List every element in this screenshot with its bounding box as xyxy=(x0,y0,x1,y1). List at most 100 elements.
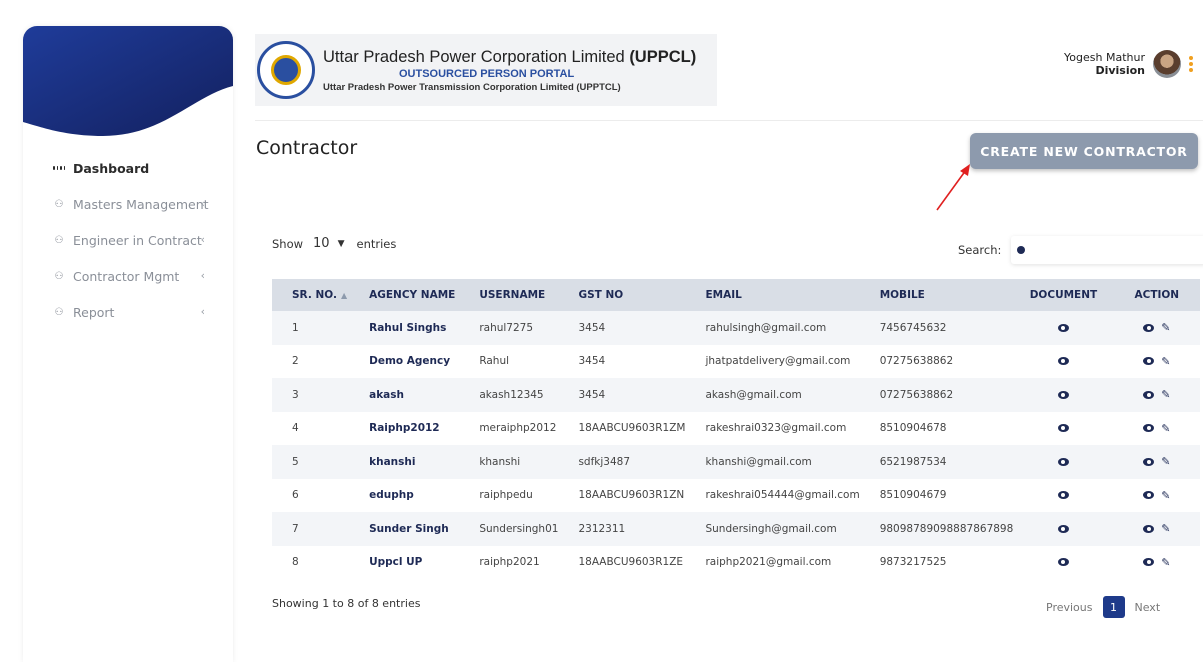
brand-title: Uttar Pradesh Power Corporation Limited … xyxy=(323,48,696,67)
eye-icon[interactable] xyxy=(1057,424,1069,433)
avatar[interactable] xyxy=(1153,50,1181,78)
cell-email: jhatpatdelivery@gmail.com xyxy=(685,344,860,378)
cell-sr-no: 7 xyxy=(272,512,350,546)
cell-email: rakeshrai054444@gmail.com xyxy=(685,478,860,512)
cell-username: meraiphp2012 xyxy=(459,411,559,445)
column-header-agency-name[interactable]: AGENCY NAME xyxy=(349,279,460,311)
eye-icon[interactable] xyxy=(1057,558,1069,567)
cell-document xyxy=(1013,478,1114,512)
eye-icon[interactable] xyxy=(1057,357,1069,366)
cell-gst-no: 18AABCU9603R1ZE xyxy=(558,545,686,579)
column-header-gst-no[interactable]: GST NO xyxy=(558,279,686,311)
cell-agency-name: Sunder Singh xyxy=(349,512,460,546)
cell-document xyxy=(1013,344,1114,378)
chevron-left-icon: ‹ xyxy=(200,269,205,282)
sidebar-item-engineer-in-contract[interactable]: ⚇ Engineer in Contract ‹ xyxy=(23,222,233,258)
cell-agency-name: Rahul Singhs xyxy=(349,311,460,345)
column-header-label: SR. NO. xyxy=(292,289,337,301)
cell-username: akash12345 xyxy=(459,378,559,412)
previous-page-button[interactable]: Previous xyxy=(1046,601,1093,614)
cell-email: akash@gmail.com xyxy=(685,378,860,412)
cell-action: ✎ xyxy=(1113,512,1200,546)
eye-icon[interactable] xyxy=(1057,524,1069,533)
pencil-icon[interactable]: ✎ xyxy=(1161,455,1170,468)
create-new-contractor-button[interactable]: CREATE NEW CONTRACTOR xyxy=(970,133,1198,169)
cell-gst-no: 2312311 xyxy=(558,512,686,546)
cell-document xyxy=(1013,411,1114,445)
sidebar-wave-banner xyxy=(23,26,233,136)
pencil-icon[interactable]: ✎ xyxy=(1161,422,1170,435)
column-header-action[interactable]: ACTION xyxy=(1113,279,1200,311)
sidebar-item-contractor-mgmt[interactable]: ⚇ Contractor Mgmt ‹ xyxy=(23,258,233,294)
cell-action: ✎ xyxy=(1113,478,1200,512)
column-header-document[interactable]: DOCUMENT xyxy=(1013,279,1114,311)
table-row: 2 Demo Agency Rahul 3454 jhatpatdelivery@gma… xyxy=(272,344,1200,378)
eye-icon[interactable] xyxy=(1057,457,1069,466)
pencil-icon[interactable]: ✎ xyxy=(1161,321,1170,334)
annotation-arrow-icon xyxy=(936,164,970,211)
eye-icon[interactable] xyxy=(1143,424,1155,433)
eye-icon[interactable] xyxy=(1143,524,1155,533)
cell-email: rakeshrai0323@gmail.com xyxy=(685,411,860,445)
sort-up-icon: ▲ xyxy=(340,291,348,300)
brand-subtitle: OUTSOURCED PERSON PORTAL xyxy=(399,67,575,80)
pencil-icon[interactable]: ✎ xyxy=(1161,355,1170,368)
eye-icon[interactable] xyxy=(1143,390,1155,399)
cell-mobile: 8510904679 xyxy=(859,478,1014,512)
cell-username: raiphp2021 xyxy=(459,545,559,579)
kebab-menu-icon[interactable] xyxy=(1189,56,1193,72)
eye-icon[interactable] xyxy=(1143,357,1155,366)
entries-select[interactable]: 10 ▼ xyxy=(313,236,344,251)
cell-sr-no: 4 xyxy=(272,411,350,445)
chevron-left-icon: ‹ xyxy=(200,305,205,318)
cell-sr-no: 5 xyxy=(272,445,350,479)
column-header-mobile[interactable]: MOBILE xyxy=(859,279,1014,311)
eye-icon[interactable] xyxy=(1143,558,1155,567)
cell-action: ✎ xyxy=(1113,545,1200,579)
chevron-left-icon: ‹ xyxy=(200,197,205,210)
sidebar-item-report[interactable]: ⚇ Report ‹ xyxy=(23,294,233,330)
column-header-username[interactable]: USERNAME xyxy=(459,279,559,311)
user-menu[interactable]: Yogesh Mathur Division xyxy=(1064,50,1193,78)
page-1-button[interactable]: 1 xyxy=(1102,596,1125,618)
user-role: Division xyxy=(1095,64,1145,77)
contractor-table: SR. NO. ▲ AGENCY NAME USERNAME GST NO EMA… xyxy=(272,279,1200,579)
column-header-email[interactable]: EMAIL xyxy=(685,279,860,311)
cell-sr-no: 8 xyxy=(272,545,350,579)
sidebar-item-label: Report xyxy=(73,304,115,320)
search-input[interactable] xyxy=(1011,236,1203,264)
pencil-icon[interactable]: ✎ xyxy=(1161,489,1170,502)
brand-header: Uttar Pradesh Power Corporation Limited … xyxy=(255,34,717,106)
cell-action: ✎ xyxy=(1113,378,1200,412)
column-header-sr-no[interactable]: SR. NO. ▲ xyxy=(272,279,350,311)
cell-document xyxy=(1013,512,1114,546)
eye-icon[interactable] xyxy=(1057,323,1069,332)
sidebar-nav: Dashboard ⚇ Masters Management ‹ ⚇ Engin… xyxy=(23,150,233,330)
caret-down-icon: ▼ xyxy=(337,238,345,249)
cell-mobile: 07275638862 xyxy=(859,378,1014,412)
sidebar-item-label: Engineer in Contract xyxy=(73,232,202,248)
pencil-icon[interactable]: ✎ xyxy=(1161,388,1170,401)
table-row: 8 Uppcl UP raiphp2021 18AABCU9603R1ZE raiphp… xyxy=(272,545,1200,579)
cell-action: ✎ xyxy=(1113,411,1200,445)
eye-icon[interactable] xyxy=(1057,491,1069,500)
entries-value: 10 xyxy=(313,236,330,251)
eye-icon[interactable] xyxy=(1143,323,1155,332)
eye-icon[interactable] xyxy=(1143,457,1155,466)
sidebar-item-label: Dashboard xyxy=(73,160,150,176)
next-page-button[interactable]: Next xyxy=(1135,601,1161,614)
pencil-icon[interactable]: ✎ xyxy=(1161,556,1170,569)
cell-mobile: 6521987534 xyxy=(859,445,1014,479)
pencil-icon[interactable]: ✎ xyxy=(1161,522,1170,535)
cell-agency-name: Demo Agency xyxy=(349,344,460,378)
table-row: 5 khanshi khanshi sdfkj3487 khanshi@gmail.co… xyxy=(272,445,1200,479)
eye-icon[interactable] xyxy=(1143,491,1155,500)
users-icon: ⚇ xyxy=(54,198,64,210)
cell-sr-no: 2 xyxy=(272,344,350,378)
sidebar-item-masters-management[interactable]: ⚇ Masters Management ‹ xyxy=(23,186,233,222)
sidebar-item-dashboard[interactable]: Dashboard xyxy=(23,150,233,186)
entries-label: entries xyxy=(356,236,397,251)
grid-icon xyxy=(53,162,65,174)
entries-length-control: Show 10 ▼ entries xyxy=(272,236,396,251)
eye-icon[interactable] xyxy=(1057,390,1069,399)
